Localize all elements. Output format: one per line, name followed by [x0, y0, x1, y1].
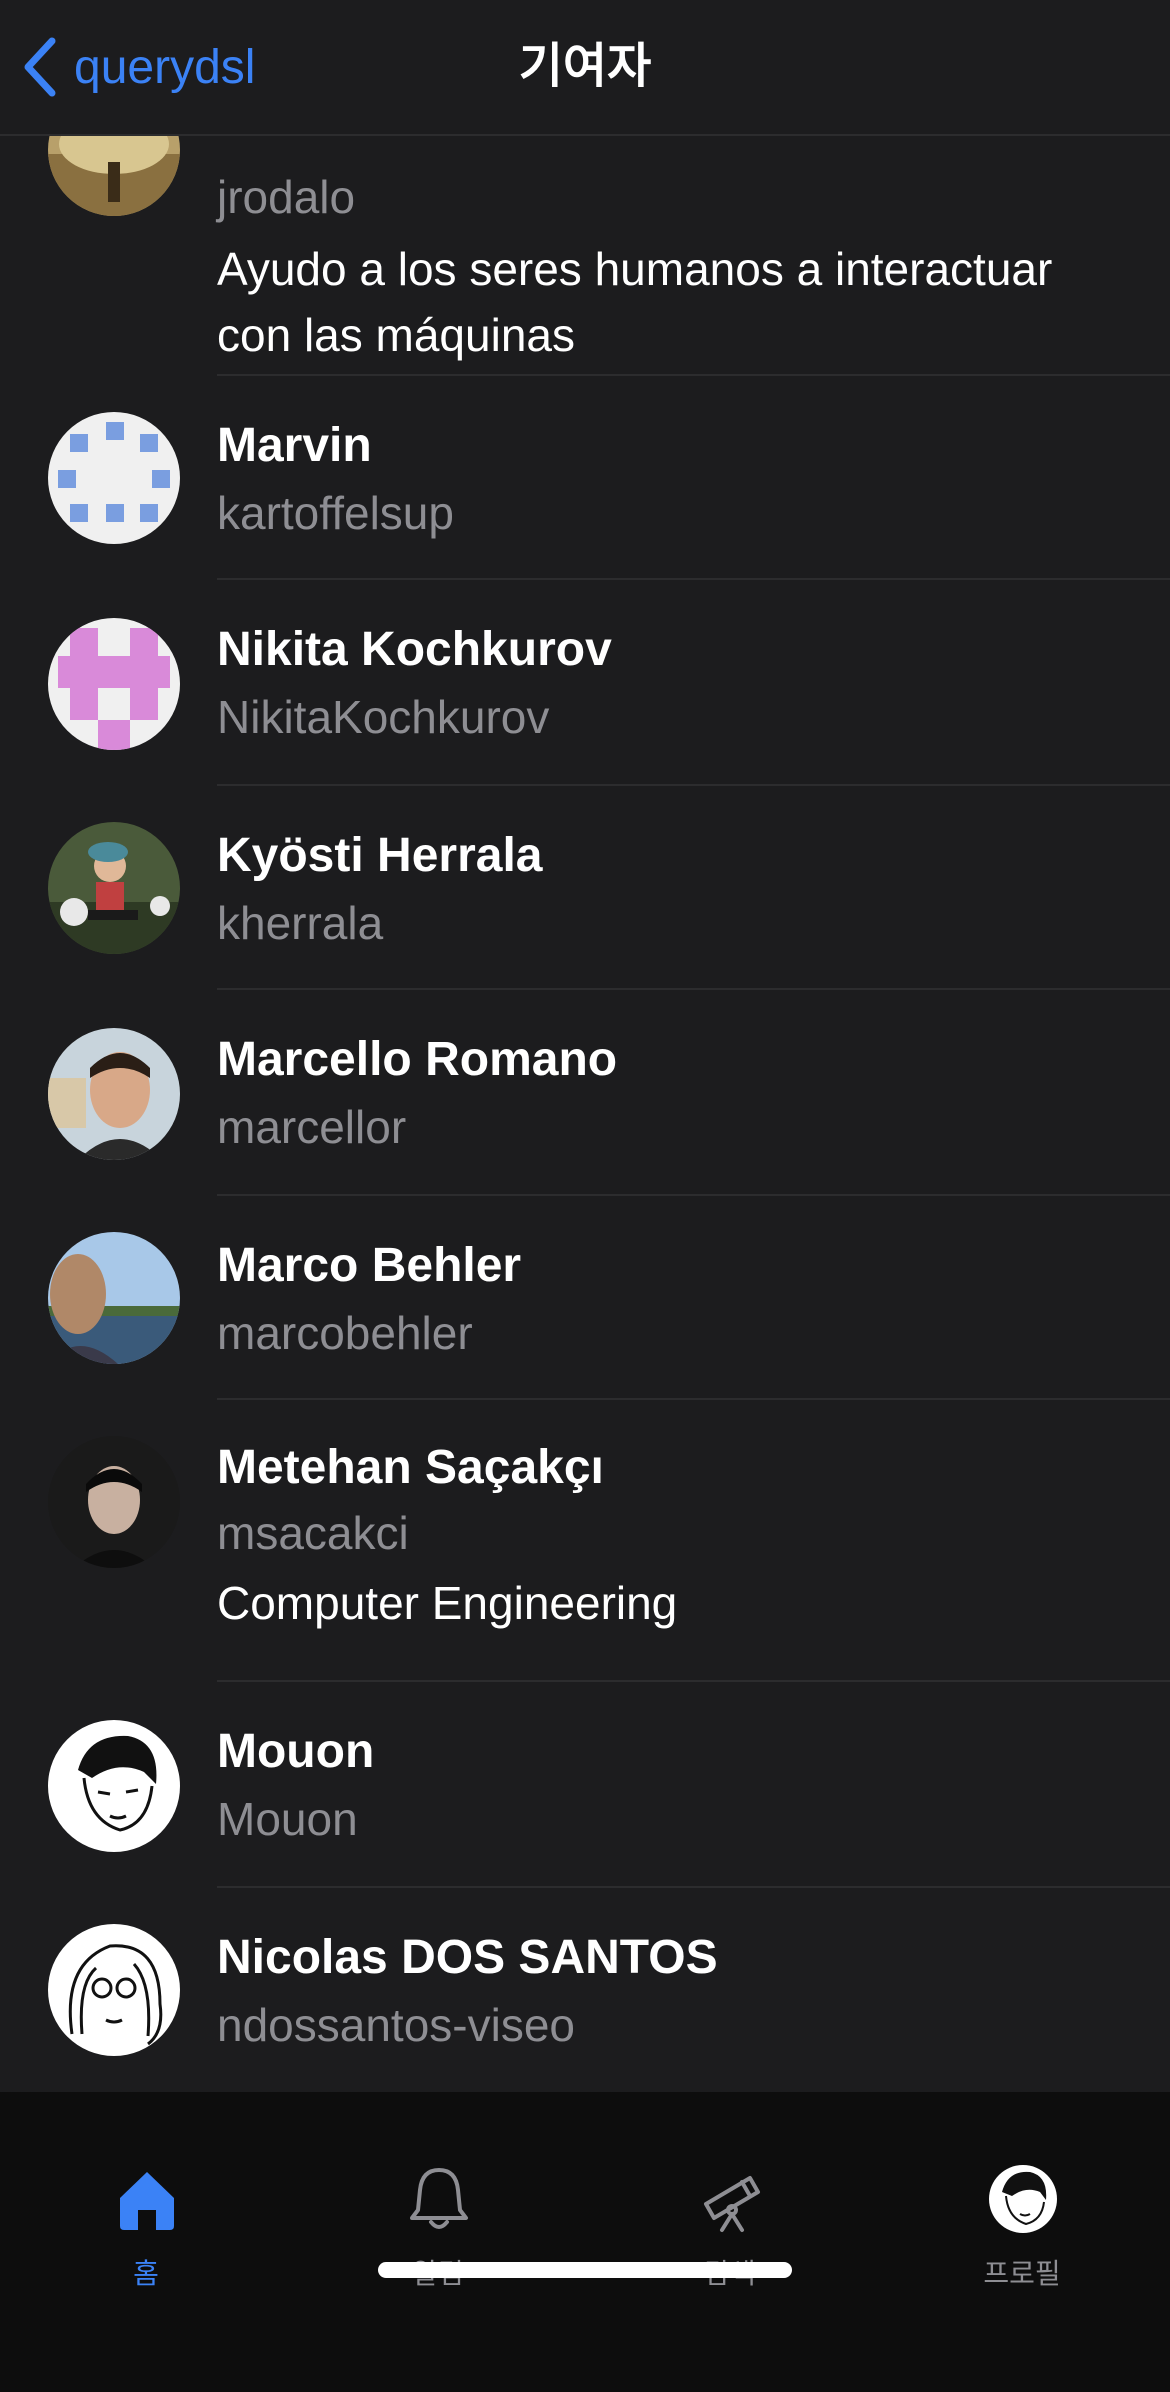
contributor-row[interactable]: Marvin kartoffelsup	[0, 376, 1170, 580]
contributor-bio: Ayudo a los seres humanos a interactuar …	[217, 243, 1053, 361]
house-icon	[120, 2172, 174, 2230]
home-indicator	[378, 2262, 792, 2278]
avatar	[48, 1028, 180, 1160]
contributor-login: marcellor	[217, 1101, 407, 1153]
contributor-login: marcobehler	[217, 1307, 473, 1359]
contributor-row[interactable]: Metehan Saçakçı msacakci Computer Engine…	[0, 1400, 1170, 1682]
contributor-name: Metehan Saçakçı	[217, 1441, 604, 1494]
back-button[interactable]: querydsl	[22, 30, 255, 104]
contributor-login: kartoffelsup	[217, 487, 454, 539]
avatar	[48, 412, 180, 544]
contributor-bio: Computer Engineering	[217, 1577, 678, 1629]
back-button-label: querydsl	[74, 40, 256, 94]
tab-bar: 홈 알림 탐색 프로필	[0, 2092, 1170, 2392]
bell-icon	[410, 2168, 468, 2229]
contributor-name: Nicolas DOS SANTOS	[217, 1931, 718, 1984]
avatar	[48, 1232, 180, 1364]
avatar	[48, 822, 180, 954]
contributor-login: NikitaKochkurov	[217, 691, 550, 743]
contributor-login: jrodalo	[217, 171, 356, 223]
avatar	[48, 1436, 180, 1568]
contributor-row[interactable]: Marco Behler marcobehler	[0, 1196, 1170, 1400]
tab-home[interactable]: 홈	[0, 2092, 292, 2292]
contributor-row[interactable]: Mouon Mouon	[0, 1682, 1170, 1888]
telescope-icon	[704, 2176, 760, 2232]
avatar	[48, 1720, 180, 1852]
contributor-list[interactable]: jrodalo Ayudo a los seres humanos a inte…	[0, 134, 1170, 2092]
contributor-name: Marco Behler	[217, 1239, 522, 1292]
avatar	[48, 134, 180, 216]
contributor-row[interactable]: Marcello Romano marcellor	[0, 990, 1170, 1196]
chevron-left-icon	[24, 37, 56, 97]
contributor-row[interactable]: Nicolas DOS SANTOS ndossantos-viseo	[0, 1888, 1170, 2092]
contributor-name: Marvin	[217, 419, 372, 472]
contributor-name: Marcello Romano	[217, 1033, 618, 1086]
avatar	[48, 618, 180, 750]
contributor-login: kherrala	[217, 897, 384, 949]
tab-profile[interactable]: 프로필	[876, 2092, 1168, 2292]
profile-avatar-icon	[989, 2165, 1057, 2233]
contributor-name: Kyösti Herrala	[217, 829, 543, 882]
contributor-name: Nikita Kochkurov	[217, 623, 612, 676]
contributor-name: Mouon	[217, 1725, 375, 1778]
navigation-bar: querydsl 기여자	[0, 0, 1170, 136]
tab-label: 홈	[133, 2258, 159, 2289]
contributor-row[interactable]: jrodalo Ayudo a los seres humanos a inte…	[0, 134, 1170, 376]
contributor-login: msacakci	[217, 1507, 409, 1559]
contributor-login: ndossantos-viseo	[217, 1999, 575, 2051]
contributor-login: Mouon	[217, 1793, 358, 1845]
contributor-row[interactable]: Nikita Kochkurov NikitaKochkurov	[0, 580, 1170, 786]
tab-label: 프로필	[983, 2258, 1061, 2289]
avatar	[48, 1924, 180, 2056]
contributor-row[interactable]: Kyösti Herrala kherrala	[0, 786, 1170, 990]
